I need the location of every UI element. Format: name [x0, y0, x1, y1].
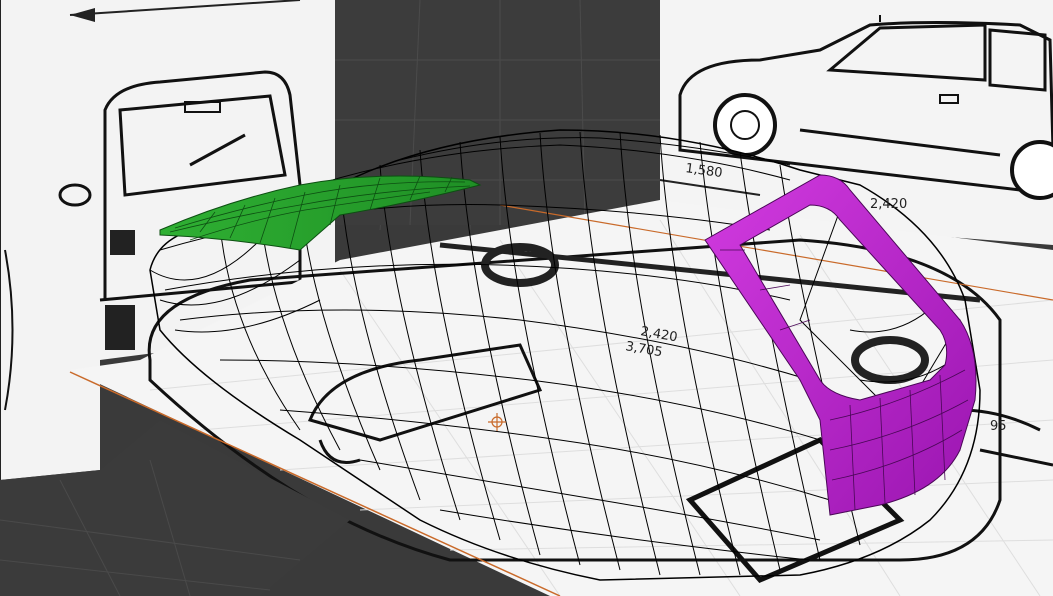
dim-label-side: 2,420	[870, 197, 907, 212]
3d-viewport[interactable]: 2,420 2,420 3,705 1,580 95	[0, 0, 1053, 596]
dim-label-right: 95	[990, 419, 1007, 434]
viewport-canvas[interactable]: 2,420 2,420 3,705 1,580 95	[0, 0, 1053, 596]
